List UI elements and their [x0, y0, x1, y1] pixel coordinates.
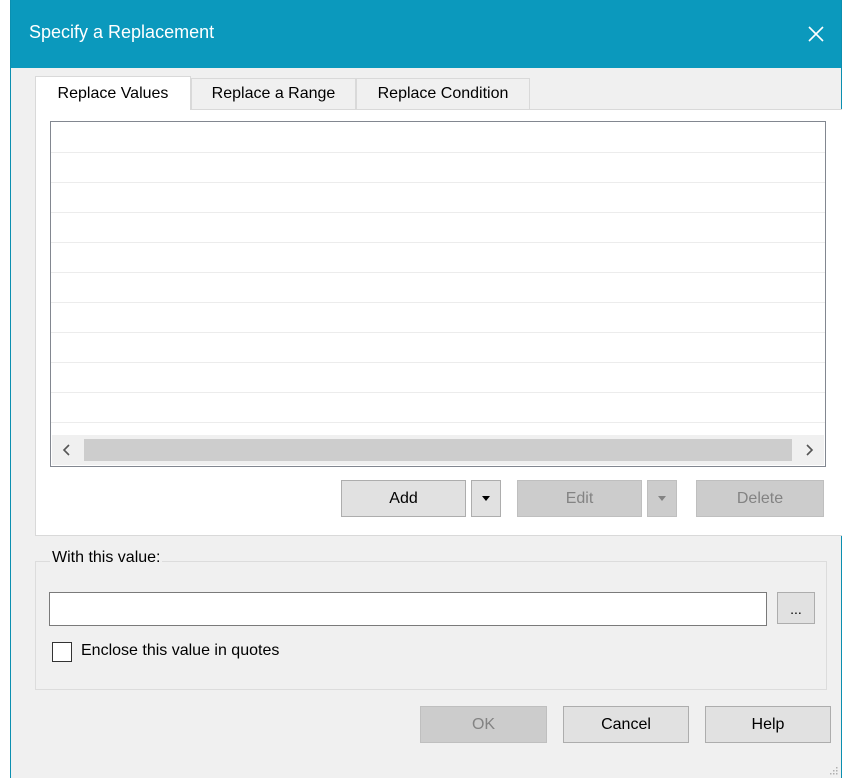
grid-line	[51, 182, 825, 183]
grid-line	[51, 152, 825, 153]
grid-line	[51, 392, 825, 393]
tab-label: Replace Values	[57, 84, 169, 102]
with-value-label: With this value:	[50, 549, 163, 567]
tab-replace-values[interactable]: Replace Values	[35, 76, 191, 110]
horizontal-scrollbar[interactable]	[52, 435, 824, 465]
add-button[interactable]: Add	[341, 480, 466, 517]
add-dropdown-button[interactable]	[471, 480, 501, 517]
tab-label: Replace a Range	[211, 85, 336, 102]
grid-line	[51, 422, 825, 423]
cancel-button[interactable]: Cancel	[563, 706, 689, 743]
enclose-quotes-checkbox[interactable]	[52, 642, 72, 662]
tab-replace-condition[interactable]: Replace Condition	[356, 78, 530, 110]
help-button-label: Help	[751, 715, 785, 733]
tab-replace-range[interactable]: Replace a Range	[191, 78, 356, 110]
ok-button-label: OK	[471, 715, 496, 733]
grid-line	[51, 242, 825, 243]
scroll-right-button[interactable]	[794, 435, 824, 465]
edit-dropdown-button[interactable]	[647, 480, 677, 517]
grid-line	[51, 212, 825, 213]
dialog-title: Specify a Replacement	[29, 22, 215, 42]
cancel-button-label: Cancel	[601, 715, 651, 733]
values-list[interactable]	[50, 121, 826, 467]
help-button[interactable]: Help	[705, 706, 831, 743]
edit-button-label: Edit	[565, 489, 594, 507]
replacement-value-input[interactable]	[49, 592, 767, 626]
with-value-group: With this value: ... Enclose this value …	[35, 549, 827, 690]
scroll-left-button[interactable]	[52, 435, 82, 465]
scroll-thumb[interactable]	[84, 439, 792, 461]
grid-line	[51, 272, 825, 273]
chevron-right-icon	[806, 444, 814, 456]
add-button-label: Add	[389, 489, 418, 507]
tab-label: Replace Condition	[377, 85, 509, 102]
tab-panel-replace-values: Add Edit Delete	[35, 109, 842, 536]
chevron-left-icon	[62, 444, 70, 456]
resize-grip-icon[interactable]	[828, 765, 838, 775]
close-button[interactable]	[791, 0, 841, 68]
edit-button[interactable]: Edit	[517, 480, 642, 517]
title-bar[interactable]: Specify a Replacement	[11, 0, 841, 68]
browse-button[interactable]: ...	[777, 592, 815, 624]
browse-button-label: ...	[790, 601, 802, 617]
grid-line	[51, 362, 825, 363]
ok-button[interactable]: OK	[420, 706, 547, 743]
enclose-quotes-label[interactable]: Enclose this value in quotes	[81, 642, 279, 660]
grid-line	[51, 302, 825, 303]
dropdown-arrow-icon	[482, 496, 490, 501]
close-icon	[808, 26, 824, 42]
dialog-window: Specify a Replacement Replace Values Rep…	[10, 0, 842, 778]
dropdown-arrow-icon	[658, 496, 666, 501]
delete-button-label: Delete	[736, 489, 784, 507]
grid-line	[51, 332, 825, 333]
delete-button[interactable]: Delete	[696, 480, 824, 517]
